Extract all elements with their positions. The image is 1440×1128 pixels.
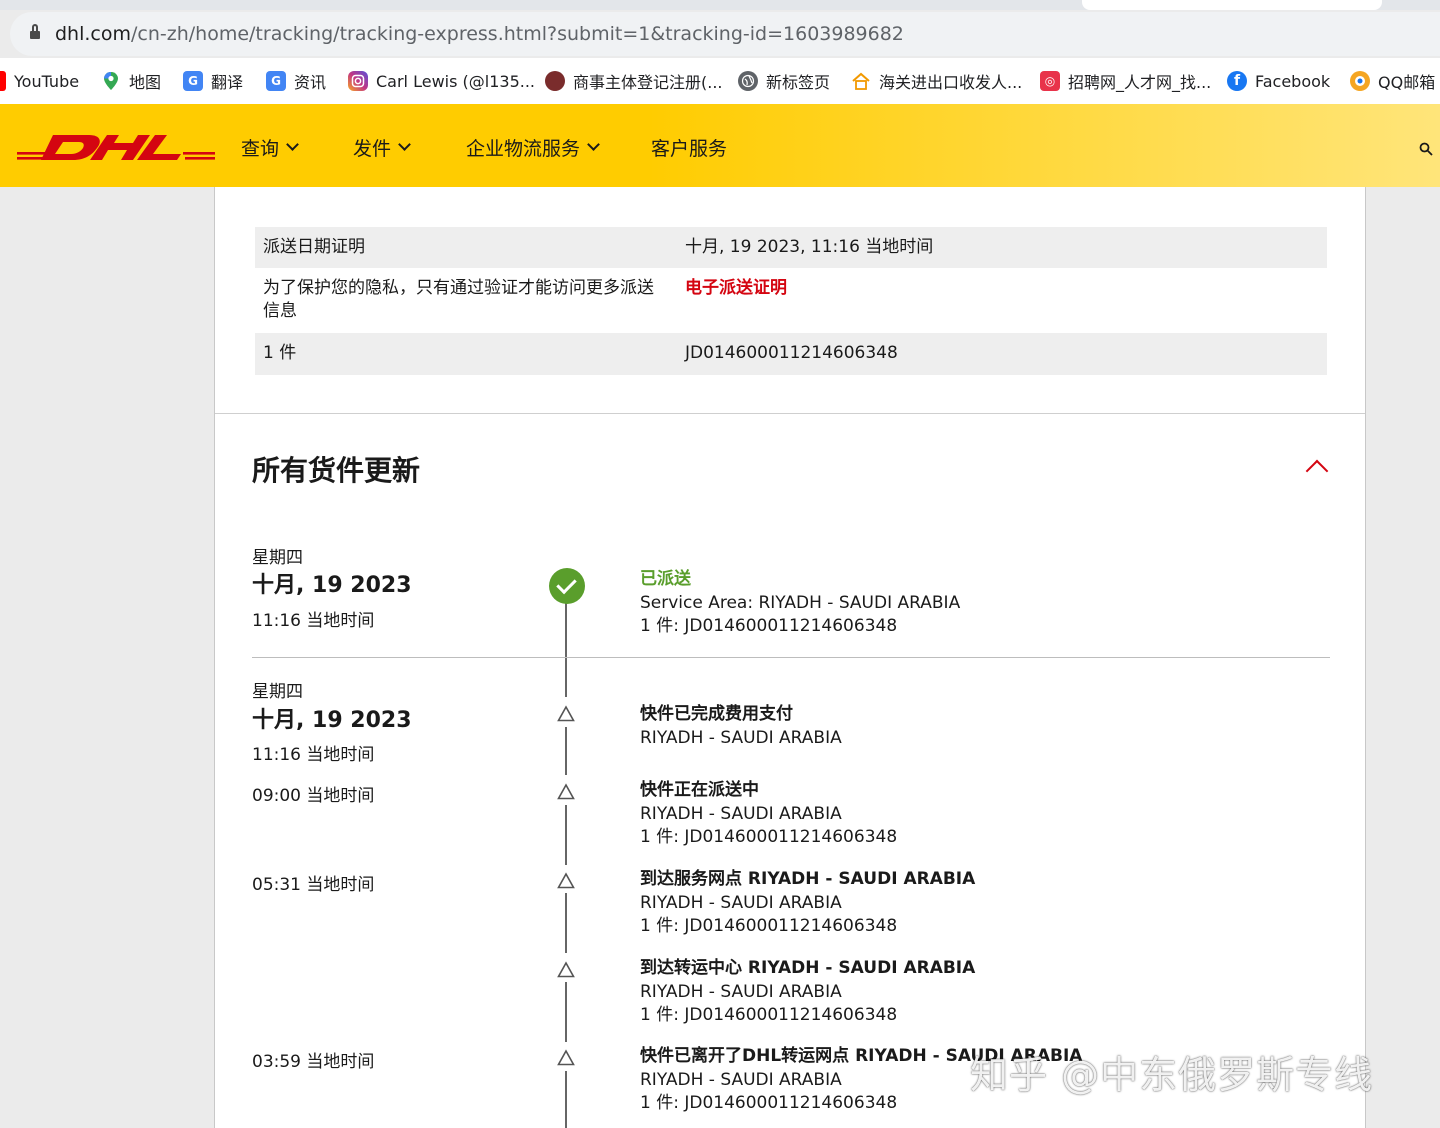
- site-header: 查询 发件 企业物流服务 客户服务: [0, 104, 1440, 187]
- facebook-icon: f: [1227, 71, 1247, 91]
- bookmark-translate[interactable]: G 翻译: [183, 70, 243, 92]
- triangle-icon: [557, 872, 575, 890]
- event-pieces: 1 件: JD014600011214606348: [640, 916, 898, 936]
- bookmark-customs[interactable]: 海关进出口收发人...: [851, 70, 1022, 92]
- event-arrived-hub: 到达转运中心 RIYADH - SAUDI ARABIA RIYADH - SA…: [640, 957, 975, 1028]
- bookmark-youtube[interactable]: YouTube: [0, 70, 79, 92]
- bookmark-instagram[interactable]: Carl Lewis (@l135...: [348, 70, 535, 92]
- event-out-for-delivery: 快件正在派送中 RIYADH - SAUDI ARABIA 1 件: JD014…: [640, 779, 897, 850]
- timeline-line: [565, 603, 567, 697]
- delivery-date-row: 派送日期证明 十月, 19 2023, 11:16 当地时间: [255, 227, 1327, 268]
- event-status: 快件正在派送中: [640, 780, 759, 800]
- triangle-icon: [557, 961, 575, 979]
- timeline-line: [565, 805, 567, 865]
- search-icon[interactable]: [1419, 142, 1433, 156]
- dhl-logo[interactable]: [17, 130, 215, 164]
- browser-tab-strip: [0, 0, 1440, 10]
- piece-id: JD014600011214606348: [685, 343, 898, 363]
- zhihu-watermark: 知乎 @中东俄罗斯专线: [970, 1053, 1374, 1097]
- bookmark-facebook[interactable]: f Facebook: [1227, 70, 1330, 92]
- bookmark-maps[interactable]: 地图: [101, 70, 161, 92]
- chevron-down-icon: [398, 138, 411, 151]
- globe-icon: [738, 71, 758, 91]
- timeline-line: [565, 982, 567, 1042]
- event-time: 11:16 当地时间: [252, 745, 375, 765]
- chevron-up-icon[interactable]: [1305, 459, 1329, 483]
- nav-business-logistics[interactable]: 企业物流服务: [466, 134, 600, 161]
- event-time: 03:59 当地时间: [252, 1052, 375, 1072]
- electronic-pod-link[interactable]: 电子派送证明: [685, 277, 787, 300]
- delivered-check-icon: [549, 568, 585, 604]
- address-bar[interactable]: dhl.com/cn-zh/home/tracking/tracking-exp…: [10, 12, 1440, 56]
- nav-customer-service[interactable]: 客户服务: [651, 134, 727, 161]
- event-time: 09:00 当地时间: [252, 786, 375, 806]
- event-status: 快件已完成费用支付: [640, 704, 793, 724]
- nav-ship[interactable]: 发件: [353, 134, 411, 161]
- event-delivered: 已派送 Service Area: RIYADH - SAUDI ARABIA …: [640, 568, 960, 639]
- bookmark-new-tab[interactable]: 新标签页: [738, 70, 830, 92]
- bookmark-jobs[interactable]: ◎ 招聘网_人才网_找...: [1040, 70, 1211, 92]
- event-weekday: 星期四: [252, 548, 303, 568]
- delivery-date-label: 派送日期证明: [263, 237, 365, 257]
- url-text[interactable]: dhl.com/cn-zh/home/tracking/tracking-exp…: [55, 23, 904, 45]
- event-status: 到达转运中心 RIYADH - SAUDI ARABIA: [640, 958, 976, 978]
- news-icon: G: [266, 71, 286, 91]
- seal-icon: [545, 71, 565, 91]
- chevron-down-icon: [286, 138, 299, 151]
- qq-mail-icon: [1350, 71, 1370, 91]
- pieces-count: 1 件: [263, 343, 297, 363]
- bookmark-qq-mail[interactable]: QQ邮箱: [1350, 70, 1435, 92]
- timeline-line: [565, 727, 567, 775]
- map-pin-icon: [101, 71, 121, 91]
- house-icon: [851, 71, 871, 91]
- delivery-date-value: 十月, 19 2023, 11:16 当地时间: [685, 237, 934, 257]
- event-status: 已派送: [640, 569, 691, 589]
- event-pieces: 1 件: JD014600011214606348: [640, 1005, 898, 1025]
- event-location: RIYADH - SAUDI ARABIA: [640, 727, 842, 748]
- tracking-card: 派送日期证明 十月, 19 2023, 11:16 当地时间 为了保护您的隐私，…: [214, 187, 1366, 1128]
- triangle-icon: [557, 705, 575, 723]
- privacy-row: 为了保护您的隐私，只有通过验证才能访问更多派送信息 电子派送证明: [255, 268, 1327, 333]
- browser-active-tab[interactable]: [1082, 0, 1382, 10]
- event-time: 11:16 当地时间: [252, 611, 375, 631]
- event-date: 十月, 19 2023: [252, 573, 412, 598]
- job-app-icon: ◎: [1040, 71, 1060, 91]
- instagram-icon: [348, 71, 368, 91]
- lock-icon[interactable]: [30, 24, 40, 41]
- translate-icon: G: [183, 71, 203, 91]
- privacy-note: 为了保护您的隐私，只有通过验证才能访问更多派送信息: [263, 278, 654, 321]
- event-location: RIYADH - SAUDI ARABIA: [640, 803, 842, 824]
- event-location: RIYADH - SAUDI ARABIA: [640, 892, 842, 913]
- event-time: 05:31 当地时间: [252, 875, 375, 895]
- triangle-icon: [557, 783, 575, 801]
- pieces-row: 1 件 JD014600011214606348: [255, 333, 1327, 375]
- triangle-icon: [557, 1049, 575, 1067]
- all-updates-title: 所有货件更新: [252, 454, 421, 487]
- day-divider: [252, 657, 1330, 658]
- chevron-down-icon: [587, 138, 600, 151]
- event-date: 十月, 19 2023: [252, 708, 412, 733]
- youtube-icon: [0, 71, 6, 91]
- nav-query[interactable]: 查询: [241, 134, 299, 161]
- event-pieces: 1 件: JD014600011214606348: [640, 616, 898, 636]
- event-arrived-service-point: 到达服务网点 RIYADH - SAUDI ARABIA RIYADH - SA…: [640, 868, 975, 939]
- bookmark-registry[interactable]: 商事主体登记注册(...: [545, 70, 723, 92]
- bookmark-news[interactable]: G 资讯: [266, 70, 326, 92]
- event-location: Service Area: RIYADH - SAUDI ARABIA: [640, 592, 961, 613]
- timeline-line: [565, 1071, 567, 1128]
- event-status: 到达服务网点 RIYADH - SAUDI ARABIA: [640, 869, 976, 889]
- bookmarks-bar: YouTube 地图 G 翻译 G 资讯 Carl Lewis (@l135..…: [0, 58, 1440, 104]
- section-divider: [215, 413, 1365, 414]
- event-location: RIYADH - SAUDI ARABIA: [640, 981, 842, 1002]
- timeline-line: [565, 893, 567, 953]
- event-weekday: 星期四: [252, 682, 303, 702]
- event-payment: 快件已完成费用支付 RIYADH - SAUDI ARABIA: [640, 703, 842, 750]
- event-pieces: 1 件: JD014600011214606348: [640, 827, 898, 847]
